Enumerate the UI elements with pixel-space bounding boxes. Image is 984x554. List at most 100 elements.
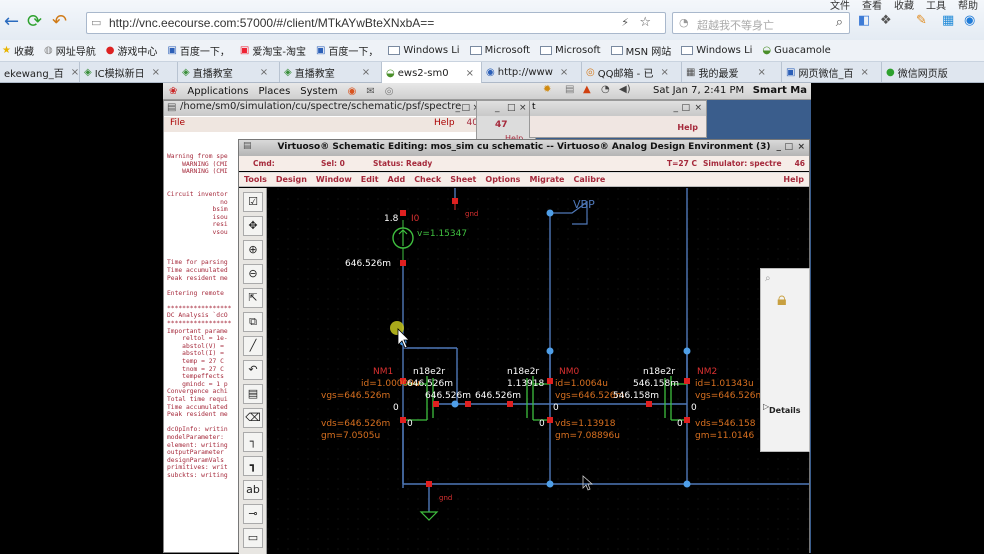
- schematic-canvas[interactable]: VBP 1.8 I0 v=1.15347 gnd 646.526m NM1 n1…: [267, 188, 809, 554]
- firefox-icon[interactable]: ◉: [348, 86, 357, 97]
- minimize-icon[interactable]: _: [777, 142, 782, 152]
- menu-tools[interactable]: Tools: [244, 175, 267, 184]
- volume-icon[interactable]: ◀): [619, 84, 631, 95]
- system-menu[interactable]: System: [300, 86, 337, 97]
- bookmark-windows-2[interactable]: Windows Li: [681, 45, 752, 56]
- tab-favorites[interactable]: ▦ 我的最爱 ×: [682, 62, 782, 82]
- bookmark-microsoft-1[interactable]: Microsoft: [469, 45, 530, 56]
- menu-view[interactable]: 查看: [862, 0, 882, 12]
- tab-live-1[interactable]: ◈ 直播教室 ×: [178, 62, 280, 82]
- update-icon[interactable]: ✹: [543, 84, 551, 95]
- minimize-icon[interactable]: _: [495, 103, 500, 113]
- close-icon[interactable]: ×: [694, 103, 702, 113]
- zoom-in-icon[interactable]: ⊕: [243, 240, 263, 260]
- menu-migrate[interactable]: Migrate: [529, 175, 564, 184]
- magnify-plus-icon[interactable]: ◉: [964, 13, 975, 28]
- check-save-icon[interactable]: ☑: [243, 192, 263, 212]
- menu-edit[interactable]: Edit: [361, 175, 379, 184]
- undo-icon[interactable]: ↶: [243, 360, 263, 380]
- bookmark-microsoft-2[interactable]: Microsoft: [540, 45, 601, 56]
- places-menu[interactable]: Places: [258, 86, 290, 97]
- extensions-icon[interactable]: ❖: [880, 13, 892, 28]
- magnifier-icon[interactable]: ⌕: [836, 15, 843, 30]
- bookmark-taobao[interactable]: ▣ 爱淘宝-淘宝: [240, 43, 306, 58]
- details-toggle[interactable]: Details: [769, 406, 801, 415]
- move-icon[interactable]: ✥: [243, 216, 263, 236]
- maximize-icon[interactable]: □: [784, 142, 793, 152]
- search-box[interactable]: ◔ 超越我不等身亡 ⌕: [672, 12, 850, 34]
- bookmark-baidu-1[interactable]: ▣ 百度一下，: [167, 43, 229, 58]
- clock[interactable]: Sat Jan 7, 2:41 PM: [653, 85, 744, 96]
- pin-icon[interactable]: ⊸: [243, 504, 263, 524]
- network-icon[interactable]: ◔: [601, 84, 610, 95]
- menu-tools[interactable]: 工具: [926, 0, 946, 12]
- close-icon[interactable]: ×: [260, 67, 268, 78]
- menu-favorites[interactable]: 收藏: [894, 0, 914, 12]
- close-icon[interactable]: ×: [362, 67, 370, 78]
- menu-help[interactable]: 帮助: [958, 0, 978, 12]
- log-file-menu[interactable]: File: [170, 118, 185, 131]
- log-help-menu[interactable]: Help: [434, 118, 455, 128]
- property-icon[interactable]: ▤: [243, 384, 263, 404]
- bookmark-games[interactable]: ● 游戏中心: [106, 43, 158, 58]
- label-icon[interactable]: ab: [243, 480, 263, 500]
- search-input[interactable]: 超越我不等身亡: [697, 17, 774, 33]
- menu-options[interactable]: Options: [485, 175, 520, 184]
- menu-check[interactable]: Check: [414, 175, 441, 184]
- back-arrow-icon[interactable]: ←: [4, 11, 19, 32]
- lightning-icon[interactable]: ⚡: [621, 16, 629, 29]
- wire-wide-icon[interactable]: ┓: [243, 456, 263, 476]
- bookmark-windows-1[interactable]: Windows Li: [388, 45, 460, 56]
- close-icon[interactable]: ×: [71, 67, 79, 78]
- stretch-icon[interactable]: ⇱: [243, 288, 263, 308]
- star-icon[interactable]: ☆: [639, 15, 651, 30]
- close-icon[interactable]: ×: [757, 67, 765, 78]
- wire-icon[interactable]: ╱: [243, 336, 263, 356]
- close-icon[interactable]: ×: [797, 142, 805, 152]
- maximize-icon[interactable]: □: [507, 103, 516, 113]
- menu-calibre[interactable]: Calibre: [573, 175, 605, 184]
- tab-wechat[interactable]: ● 微信网页版: [882, 62, 984, 82]
- tab-ekewang[interactable]: ekewang_百 ×: [0, 62, 80, 82]
- menu-design[interactable]: Design: [276, 175, 307, 184]
- minimize-icon[interactable]: _: [456, 103, 461, 113]
- mail-icon[interactable]: ✉: [366, 86, 374, 97]
- secondary-help[interactable]: Help: [677, 123, 698, 132]
- menu-file[interactable]: 文件: [830, 0, 850, 12]
- help-icon[interactable]: ◎: [385, 86, 394, 97]
- maximize-icon[interactable]: □: [461, 103, 470, 113]
- close-icon[interactable]: ×: [660, 67, 668, 78]
- copy-icon[interactable]: ⧉: [243, 312, 263, 332]
- puzzle-icon[interactable]: ▦: [942, 13, 954, 28]
- delete-icon[interactable]: ⌫: [243, 408, 263, 428]
- tab-qqmail[interactable]: ◎ QQ邮箱 - 已 ×: [582, 62, 682, 82]
- close-icon[interactable]: ×: [466, 68, 474, 79]
- menu-window[interactable]: Window: [316, 175, 352, 184]
- menu-sheet[interactable]: Sheet: [450, 175, 476, 184]
- undo-icon[interactable]: ↶: [52, 11, 67, 32]
- menu-help[interactable]: Help: [783, 175, 804, 184]
- address-bar[interactable]: ▭ http://vnc.eecourse.com:57000/#/client…: [86, 12, 666, 34]
- wire-narrow-icon[interactable]: ┐: [243, 432, 263, 452]
- tab-ews2[interactable]: ◒ ews2-sm0 ×: [382, 62, 482, 84]
- bookmark-nav[interactable]: ◍ 网址导航: [44, 43, 96, 58]
- warning-icon[interactable]: ▲: [583, 84, 591, 95]
- close-icon[interactable]: ×: [560, 67, 568, 78]
- maximize-icon[interactable]: □: [681, 103, 690, 113]
- menu-add[interactable]: Add: [388, 175, 406, 184]
- zoom-out-icon[interactable]: ⊖: [243, 264, 263, 284]
- close-icon[interactable]: ×: [519, 103, 527, 113]
- tool-icon[interactable]: ✎: [916, 13, 927, 28]
- close-icon[interactable]: ×: [860, 67, 868, 78]
- bookmark-msn[interactable]: MSN 网站: [610, 43, 671, 58]
- bookmark-favorites[interactable]: ★ 收藏: [2, 43, 34, 58]
- bookmark-guacamole[interactable]: ◒ Guacamole: [762, 45, 830, 56]
- instance-icon[interactable]: ▭: [243, 528, 263, 548]
- refresh-icon[interactable]: ⟳: [27, 11, 42, 32]
- print-icon[interactable]: ▤: [565, 84, 574, 95]
- minimize-icon[interactable]: _: [674, 103, 679, 113]
- tab-ic-sim[interactable]: ◈ IC模拟新日 ×: [80, 62, 178, 82]
- user-name[interactable]: Smart Ma: [753, 85, 807, 96]
- tab-wechat-web[interactable]: ▣ 网页微信_百 ×: [782, 62, 882, 82]
- close-icon[interactable]: ×: [152, 67, 160, 78]
